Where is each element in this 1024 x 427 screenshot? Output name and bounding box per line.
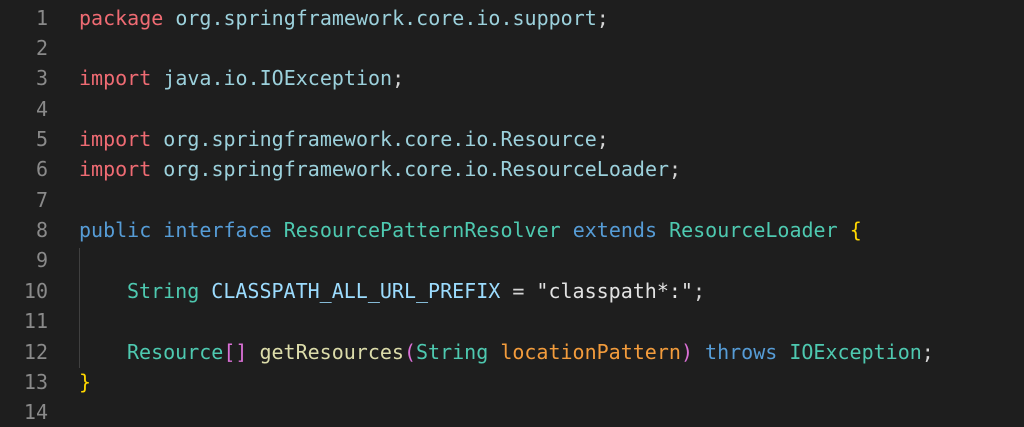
line-content[interactable]: public interface ResourcePatternResolver…: [79, 218, 862, 242]
line-number: 7: [35, 188, 48, 213]
semicolon: ;: [669, 157, 682, 182]
code-line-3[interactable]: 3 import java.io.IOException;: [0, 63, 1024, 93]
code-line-13[interactable]: 13 }: [0, 367, 1024, 397]
semicolon: ;: [596, 127, 609, 152]
line-content[interactable]: import org.springframework.core.io.Resou…: [79, 127, 609, 151]
code-line-14[interactable]: 14: [0, 397, 1024, 427]
type: String: [127, 279, 200, 304]
exception-type: IOException: [789, 340, 922, 365]
code-line-5[interactable]: 5 import org.springframework.core.io.Res…: [0, 124, 1024, 154]
code-line-10[interactable]: 10 String CLASSPATH_ALL_URL_PREFIX = "cl…: [0, 276, 1024, 306]
code-line-7[interactable]: 7: [0, 185, 1024, 215]
parent-type: ResourceLoader: [669, 218, 838, 243]
semicolon: ;: [392, 66, 405, 91]
semicolon: ;: [692, 279, 705, 304]
interface-name: ResourcePatternResolver: [283, 218, 561, 243]
code-editor[interactable]: 1 package org.springframework.core.io.su…: [0, 0, 1024, 425]
open-brace: {: [849, 218, 862, 243]
line-number: 13: [23, 370, 48, 395]
code-line-8[interactable]: 8 public interface ResourcePatternResolv…: [0, 215, 1024, 245]
import-path: org.springframework.core.io.Resource: [163, 127, 597, 152]
constant-name: CLASSPATH_ALL_URL_PREFIX: [211, 279, 501, 304]
line-content[interactable]: import org.springframework.core.io.Resou…: [79, 157, 681, 181]
line-number: 6: [35, 157, 48, 182]
import-path: java.io.IOException: [163, 66, 393, 91]
line-number: 5: [35, 127, 48, 152]
import-path: org.springframework.core.io.ResourceLoad…: [163, 157, 670, 182]
line-number: 8: [35, 218, 48, 243]
line-number: 9: [35, 248, 48, 273]
keyword: throws: [705, 340, 778, 365]
keyword: interface: [163, 218, 272, 243]
return-type: Resource: [127, 340, 224, 365]
method-name: getResources: [259, 340, 404, 365]
line-content[interactable]: package org.springframework.core.io.supp…: [79, 6, 609, 30]
line-content[interactable]: String CLASSPATH_ALL_URL_PREFIX = "class…: [127, 279, 705, 303]
semicolon: ;: [921, 340, 934, 365]
close-paren: ): [680, 340, 693, 365]
code-line-9[interactable]: 9: [0, 245, 1024, 275]
open-paren: (: [403, 340, 417, 365]
param-name: locationPattern: [500, 340, 681, 365]
array-brackets: []: [223, 340, 248, 365]
line-content[interactable]: }: [79, 370, 91, 394]
line-number: 1: [35, 6, 48, 31]
line-number: 3: [35, 66, 48, 91]
code-line-11[interactable]: 11: [0, 306, 1024, 336]
line-number: 14: [23, 400, 48, 425]
line-content[interactable]: import java.io.IOException;: [79, 66, 404, 90]
code-line-6[interactable]: 6 import org.springframework.core.io.Res…: [0, 154, 1024, 184]
keyword: import: [79, 66, 152, 91]
line-number: 4: [35, 97, 48, 122]
line-number: 2: [35, 36, 48, 61]
line-content[interactable]: Resource[] getResources(String locationP…: [127, 340, 934, 364]
keyword: import: [79, 127, 152, 152]
keyword: import: [79, 157, 152, 182]
package-name: org.springframework.core.io.support: [175, 6, 597, 31]
line-number: 12: [23, 340, 48, 365]
line-number: 10: [23, 279, 48, 304]
code-line-1[interactable]: 1 package org.springframework.core.io.su…: [0, 3, 1024, 33]
code-line-2[interactable]: 2: [0, 33, 1024, 63]
string-literal: "classpath*:": [536, 279, 693, 304]
line-number: 11: [23, 309, 48, 334]
keyword: extends: [572, 218, 658, 243]
code-line-12[interactable]: 12 Resource[] getResources(String locati…: [0, 337, 1024, 367]
param-type: String: [416, 340, 489, 365]
close-brace: }: [79, 370, 92, 395]
keyword: package: [79, 6, 164, 31]
modifier: public: [79, 218, 152, 243]
code-line-4[interactable]: 4: [0, 94, 1024, 124]
operator: =: [500, 279, 537, 304]
semicolon: ;: [596, 6, 609, 31]
